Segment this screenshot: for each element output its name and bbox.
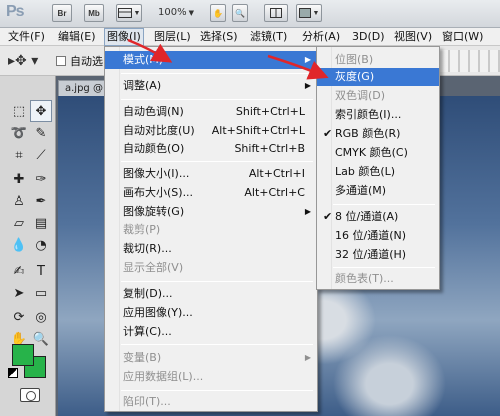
view-extras-button[interactable]: ▼	[116, 4, 142, 22]
menu-item-trap: 陷印(T)...	[123, 395, 171, 408]
mode-item-16-bit[interactable]: 16 位/通道(N)	[317, 227, 439, 245]
view-extras-icon	[117, 8, 132, 18]
screen-mode-button[interactable]: ▼	[296, 4, 322, 22]
bridge-button[interactable]: Br	[52, 4, 72, 22]
mode-item-indexed-color[interactable]: 索引颜色(I)...	[317, 106, 439, 124]
mode-item-32-bit[interactable]: 32 位/通道(H)	[317, 246, 439, 264]
tools-panel: ⬚ ✥ ➰ ✎ ⌗ ⟋ ✚ ✑ ♙ ✒ ▱ ▤ 💧 ◔ ✍ T ➤ ▭ ⟳ ◎ …	[0, 76, 56, 416]
checkmark-icon: ✔	[323, 127, 333, 140]
menu-separator	[121, 390, 313, 391]
quick-mask-icon[interactable]	[20, 388, 40, 402]
blur-tool-icon[interactable]: 💧	[8, 234, 30, 256]
menu-item-apply-data-set: 应用数据组(L)...	[123, 370, 204, 383]
screen-mode-icon	[298, 8, 311, 18]
gradient-tool-icon[interactable]: ▤	[30, 212, 52, 234]
history-brush-tool-icon[interactable]: ✒	[30, 190, 52, 212]
default-colors-icon[interactable]	[8, 368, 18, 378]
menu-layer[interactable]: 图层(L)	[152, 28, 193, 46]
menu-item-auto-contrast[interactable]: 自动对比度(U) Alt+Shift+Ctrl+L	[105, 122, 317, 140]
crop-tool-icon[interactable]: ⌗	[8, 144, 30, 166]
menu-edit[interactable]: 编辑(E)	[56, 28, 98, 46]
arrange-documents-button[interactable]	[264, 4, 288, 22]
mode-item-bitmap: 位图(B)	[335, 53, 374, 66]
brush-tool-icon[interactable]: ✑	[30, 168, 52, 190]
menu-analysis[interactable]: 分析(A)	[300, 28, 342, 46]
eraser-tool-icon[interactable]: ▱	[8, 212, 30, 234]
menu-separator	[121, 73, 313, 74]
zoom-level[interactable]: 100% ▼	[158, 7, 194, 18]
application-bar: Ps Br Mb ▼ 100% ▼ ✋ 🔍 ▼	[0, 0, 500, 28]
mode-item-cmyk-color[interactable]: CMYK 颜色(C)	[317, 144, 439, 162]
mode-item-8-bit[interactable]: ✔ 8 位/通道(A)	[317, 208, 439, 226]
mode-item-duotone: 双色调(D)	[335, 89, 386, 102]
menu-file[interactable]: 文件(F)	[6, 28, 47, 46]
mode-item-lab-color[interactable]: Lab 颜色(L)	[317, 163, 439, 181]
menu-item-auto-tone[interactable]: 自动色调(N) Shift+Ctrl+L	[105, 103, 317, 121]
menu-separator	[333, 204, 435, 205]
mode-item-grayscale[interactable]: 灰度(G)	[317, 68, 439, 86]
menu-view[interactable]: 视图(V)	[392, 28, 434, 46]
menu-item-reveal-all: 显示全部(V)	[123, 261, 184, 274]
foreground-color-swatch[interactable]	[12, 344, 34, 366]
menu-item-image-rotation[interactable]: 图像旋转(G) ▶	[105, 203, 317, 221]
path-selection-tool-icon[interactable]: ➤	[8, 282, 30, 304]
zoom-tool-button[interactable]: 🔍	[232, 4, 248, 22]
dodge-tool-icon[interactable]: ◔	[30, 234, 52, 256]
pen-tool-icon[interactable]: ✍	[8, 260, 30, 282]
hand-tool-button[interactable]: ✋	[210, 4, 226, 22]
mode-submenu: 位图(B) 灰度(G) 双色调(D) 索引颜色(I)... ✔ RGB 颜色(R)…	[316, 46, 440, 290]
type-tool-icon[interactable]: T	[30, 260, 52, 282]
menu-item-calculations[interactable]: 计算(C)...	[105, 323, 317, 341]
clone-stamp-tool-icon[interactable]: ♙	[8, 190, 30, 212]
move-tool-icon[interactable]: ✥	[30, 100, 52, 122]
menu-item-apply-image[interactable]: 应用图像(Y)...	[105, 304, 317, 322]
menu-item-variables: 变量(B) ▶	[123, 351, 311, 364]
menu-item-mode[interactable]: 模式(M) ▶	[105, 51, 317, 69]
menu-separator	[121, 99, 313, 100]
menu-item-image-size[interactable]: 图像大小(I)... Alt+Ctrl+I	[105, 165, 317, 183]
mini-bridge-button[interactable]: Mb	[84, 4, 104, 22]
menu-item-adjustments[interactable]: 调整(A) ▶	[105, 77, 317, 95]
lasso-tool-icon[interactable]: ➰	[8, 122, 30, 144]
menu-item-auto-color[interactable]: 自动颜色(O) Shift+Ctrl+B	[105, 140, 317, 158]
spot-healing-tool-icon[interactable]: ✚	[8, 168, 30, 190]
checkmark-icon: ✔	[323, 210, 333, 223]
auto-select-checkbox[interactable]	[56, 56, 66, 66]
3d-orbit-tool-icon[interactable]: ◎	[30, 306, 52, 328]
menu-item-trim[interactable]: 裁切(R)...	[105, 240, 317, 258]
shape-tool-icon[interactable]: ▭	[30, 282, 52, 304]
mode-item-rgb-color[interactable]: ✔ RGB 颜色(R)	[317, 125, 439, 143]
menu-3d[interactable]: 3D(D)	[350, 28, 387, 46]
menu-separator	[333, 267, 435, 268]
menu-separator	[121, 161, 313, 162]
auto-select-label: 自动选	[70, 55, 103, 68]
move-tool-preset-icon[interactable]: ▸✥ ▾	[8, 53, 38, 69]
document-tab[interactable]: a.jpg @	[58, 80, 110, 96]
menu-filter[interactable]: 滤镜(T)	[248, 28, 289, 46]
menu-separator	[121, 344, 313, 345]
marquee-tool-icon[interactable]: ⬚	[8, 100, 30, 122]
photoshop-logo: Ps	[6, 3, 25, 20]
menu-separator	[121, 281, 313, 282]
mode-item-multichannel[interactable]: 多通道(M)	[317, 182, 439, 200]
eyedropper-tool-icon[interactable]: ⟋	[30, 144, 52, 166]
menu-window[interactable]: 窗口(W)	[440, 28, 485, 46]
menu-item-duplicate[interactable]: 复制(D)...	[105, 285, 317, 303]
menu-select[interactable]: 选择(S)	[198, 28, 240, 46]
3d-rotate-tool-icon[interactable]: ⟳	[8, 306, 30, 328]
quick-select-tool-icon[interactable]: ✎	[30, 122, 52, 144]
menu-image[interactable]: 图像(I)	[104, 28, 144, 46]
menu-item-canvas-size[interactable]: 画布大小(S)... Alt+Ctrl+C	[105, 184, 317, 202]
image-menu-dropdown: 模式(M) ▶ 调整(A) ▶ 自动色调(N) Shift+Ctrl+L 自动对比度(…	[104, 46, 318, 412]
arrange-icon	[270, 8, 282, 18]
mode-item-color-table: 颜色表(T)...	[335, 272, 394, 285]
menu-item-crop: 裁剪(P)	[123, 223, 161, 236]
menu-bar: 文件(F) 编辑(E) 图像(I) 图层(L) 选择(S) 滤镜(T) 分析(A…	[0, 28, 500, 46]
